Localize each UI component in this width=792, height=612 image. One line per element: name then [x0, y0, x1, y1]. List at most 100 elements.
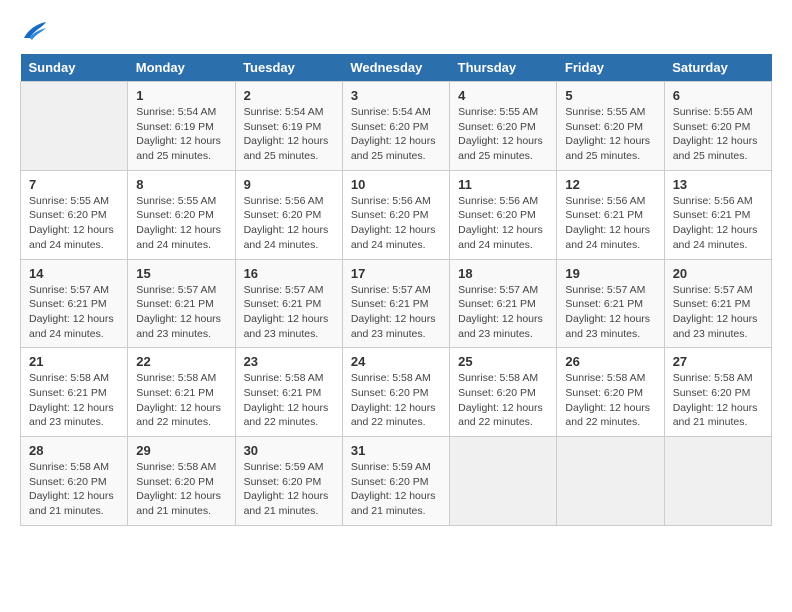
day-info: Sunrise: 5:57 AMSunset: 6:21 PMDaylight:… — [673, 283, 763, 342]
day-info: Sunrise: 5:56 AMSunset: 6:21 PMDaylight:… — [673, 194, 763, 253]
day-info: Sunrise: 5:58 AMSunset: 6:20 PMDaylight:… — [136, 460, 226, 519]
day-number: 18 — [458, 266, 548, 281]
calendar-cell: 30 Sunrise: 5:59 AMSunset: 6:20 PMDayligh… — [235, 437, 342, 526]
day-number: 24 — [351, 354, 441, 369]
calendar-cell: 13Sunrise: 5:56 AMSunset: 6:21 PMDayligh… — [664, 170, 771, 259]
logo — [20, 20, 48, 44]
calendar-week-row: 28Sunrise: 5:58 AMSunset: 6:20 PMDayligh… — [21, 437, 772, 526]
day-number: 4 — [458, 88, 548, 103]
day-number: 21 — [29, 354, 119, 369]
day-info: Sunrise: 5:57 AMSunset: 6:21 PMDaylight:… — [29, 283, 119, 342]
day-number: 12 — [565, 177, 655, 192]
calendar-cell: 2 Sunrise: 5:54 AMSunset: 6:19 PMDaylight… — [235, 82, 342, 171]
calendar-cell: 14 Sunrise: 5:57 AMSunset: 6:21 PMDayligh… — [21, 259, 128, 348]
calendar-cell: 24 Sunrise: 5:58 AMSunset: 6:20 PMDayligh… — [342, 348, 449, 437]
day-number: 29 — [136, 443, 226, 458]
calendar-cell: 29 Sunrise: 5:58 AMSunset: 6:20 PMDayligh… — [128, 437, 235, 526]
calendar-cell: 11 Sunrise: 5:56 AMSunset: 6:20 PMDayligh… — [450, 170, 557, 259]
calendar-table: SundayMondayTuesdayWednesdayThursdayFrid… — [20, 54, 772, 526]
day-info: Sunrise: 5:58 AMSunset: 6:21 PMDaylight:… — [136, 371, 226, 430]
day-info: Sunrise: 5:58 AMSunset: 6:20 PMDaylight:… — [565, 371, 655, 430]
calendar-cell — [450, 437, 557, 526]
header-cell-saturday: Saturday — [664, 54, 771, 82]
day-info: Sunrise: 5:59 AMSunset: 6:20 PMDaylight:… — [244, 460, 334, 519]
day-info: Sunrise: 5:54 AMSunset: 6:19 PMDaylight:… — [136, 105, 226, 164]
day-info: Sunrise: 5:57 AMSunset: 6:21 PMDaylight:… — [565, 283, 655, 342]
day-number: 9 — [244, 177, 334, 192]
day-number: 27 — [673, 354, 763, 369]
day-number: 25 — [458, 354, 548, 369]
calendar-cell — [557, 437, 664, 526]
day-number: 3 — [351, 88, 441, 103]
calendar-cell — [21, 82, 128, 171]
calendar-week-row: 1 Sunrise: 5:54 AMSunset: 6:19 PMDaylight… — [21, 82, 772, 171]
day-info: Sunrise: 5:58 AMSunset: 6:20 PMDaylight:… — [458, 371, 548, 430]
day-number: 1 — [136, 88, 226, 103]
day-number: 15 — [136, 266, 226, 281]
day-info: Sunrise: 5:56 AMSunset: 6:21 PMDaylight:… — [565, 194, 655, 253]
day-number: 20 — [673, 266, 763, 281]
header-cell-wednesday: Wednesday — [342, 54, 449, 82]
day-info: Sunrise: 5:55 AMSunset: 6:20 PMDaylight:… — [458, 105, 548, 164]
day-number: 2 — [244, 88, 334, 103]
calendar-cell: 6 Sunrise: 5:55 AMSunset: 6:20 PMDaylight… — [664, 82, 771, 171]
calendar-week-row: 14 Sunrise: 5:57 AMSunset: 6:21 PMDayligh… — [21, 259, 772, 348]
calendar-cell: 17 Sunrise: 5:57 AMSunset: 6:21 PMDayligh… — [342, 259, 449, 348]
header — [20, 20, 772, 44]
calendar-week-row: 7 Sunrise: 5:55 AMSunset: 6:20 PMDaylight… — [21, 170, 772, 259]
header-cell-monday: Monday — [128, 54, 235, 82]
day-info: Sunrise: 5:59 AMSunset: 6:20 PMDaylight:… — [351, 460, 441, 519]
calendar-cell: 27 Sunrise: 5:58 AMSunset: 6:20 PMDayligh… — [664, 348, 771, 437]
calendar-cell: 16Sunrise: 5:57 AMSunset: 6:21 PMDayligh… — [235, 259, 342, 348]
day-info: Sunrise: 5:58 AMSunset: 6:20 PMDaylight:… — [29, 460, 119, 519]
day-number: 16 — [244, 266, 334, 281]
day-number: 10 — [351, 177, 441, 192]
calendar-cell — [664, 437, 771, 526]
day-number: 11 — [458, 177, 548, 192]
calendar-cell: 28Sunrise: 5:58 AMSunset: 6:20 PMDayligh… — [21, 437, 128, 526]
day-number: 31 — [351, 443, 441, 458]
calendar-cell: 19 Sunrise: 5:57 AMSunset: 6:21 PMDayligh… — [557, 259, 664, 348]
calendar-cell: 26 Sunrise: 5:58 AMSunset: 6:20 PMDayligh… — [557, 348, 664, 437]
day-number: 17 — [351, 266, 441, 281]
calendar-cell: 18 Sunrise: 5:57 AMSunset: 6:21 PMDayligh… — [450, 259, 557, 348]
calendar-cell: 20 Sunrise: 5:57 AMSunset: 6:21 PMDayligh… — [664, 259, 771, 348]
day-info: Sunrise: 5:55 AMSunset: 6:20 PMDaylight:… — [673, 105, 763, 164]
day-info: Sunrise: 5:55 AMSunset: 6:20 PMDaylight:… — [565, 105, 655, 164]
calendar-cell: 31 Sunrise: 5:59 AMSunset: 6:20 PMDayligh… — [342, 437, 449, 526]
day-info: Sunrise: 5:58 AMSunset: 6:20 PMDaylight:… — [351, 371, 441, 430]
day-info: Sunrise: 5:57 AMSunset: 6:21 PMDaylight:… — [458, 283, 548, 342]
day-number: 22 — [136, 354, 226, 369]
day-info: Sunrise: 5:58 AMSunset: 6:21 PMDaylight:… — [29, 371, 119, 430]
day-info: Sunrise: 5:54 AMSunset: 6:19 PMDaylight:… — [244, 105, 334, 164]
day-number: 5 — [565, 88, 655, 103]
calendar-cell: 5 Sunrise: 5:55 AMSunset: 6:20 PMDaylight… — [557, 82, 664, 171]
calendar-cell: 1 Sunrise: 5:54 AMSunset: 6:19 PMDaylight… — [128, 82, 235, 171]
day-info: Sunrise: 5:55 AMSunset: 6:20 PMDaylight:… — [136, 194, 226, 253]
day-info: Sunrise: 5:56 AMSunset: 6:20 PMDaylight:… — [244, 194, 334, 253]
calendar-header-row: SundayMondayTuesdayWednesdayThursdayFrid… — [21, 54, 772, 82]
day-info: Sunrise: 5:58 AMSunset: 6:21 PMDaylight:… — [244, 371, 334, 430]
calendar-cell: 10 Sunrise: 5:56 AMSunset: 6:20 PMDayligh… — [342, 170, 449, 259]
day-info: Sunrise: 5:56 AMSunset: 6:20 PMDaylight:… — [458, 194, 548, 253]
calendar-cell: 12 Sunrise: 5:56 AMSunset: 6:21 PMDayligh… — [557, 170, 664, 259]
day-number: 30 — [244, 443, 334, 458]
day-info: Sunrise: 5:57 AMSunset: 6:21 PMDaylight:… — [351, 283, 441, 342]
calendar-cell: 7Sunrise: 5:55 AMSunset: 6:20 PMDaylight… — [21, 170, 128, 259]
calendar-cell: 3Sunrise: 5:54 AMSunset: 6:20 PMDaylight… — [342, 82, 449, 171]
header-cell-sunday: Sunday — [21, 54, 128, 82]
day-info: Sunrise: 5:58 AMSunset: 6:20 PMDaylight:… — [673, 371, 763, 430]
day-number: 26 — [565, 354, 655, 369]
day-number: 7 — [29, 177, 119, 192]
calendar-cell: 8Sunrise: 5:55 AMSunset: 6:20 PMDaylight… — [128, 170, 235, 259]
day-number: 14 — [29, 266, 119, 281]
day-number: 6 — [673, 88, 763, 103]
calendar-week-row: 21 Sunrise: 5:58 AMSunset: 6:21 PMDayligh… — [21, 348, 772, 437]
day-info: Sunrise: 5:56 AMSunset: 6:20 PMDaylight:… — [351, 194, 441, 253]
logo-bird-icon — [20, 20, 48, 48]
calendar-cell: 21 Sunrise: 5:58 AMSunset: 6:21 PMDayligh… — [21, 348, 128, 437]
day-number: 19 — [565, 266, 655, 281]
header-cell-thursday: Thursday — [450, 54, 557, 82]
calendar-cell: 15Sunrise: 5:57 AMSunset: 6:21 PMDayligh… — [128, 259, 235, 348]
calendar-cell: 23Sunrise: 5:58 AMSunset: 6:21 PMDayligh… — [235, 348, 342, 437]
